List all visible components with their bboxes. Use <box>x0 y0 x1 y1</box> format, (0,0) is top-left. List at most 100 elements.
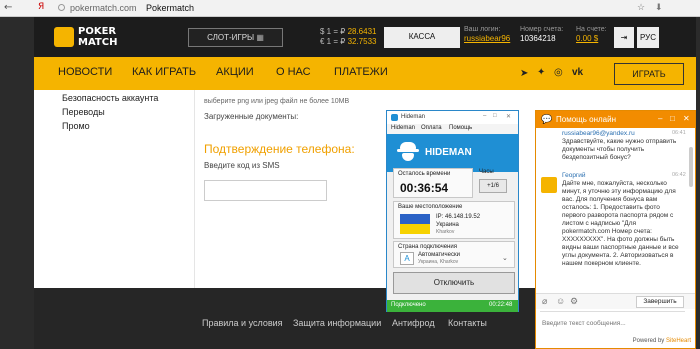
balance-info: На счете: 0.00 $ <box>576 25 607 43</box>
maximize-icon[interactable]: □ <box>493 113 497 119</box>
hideman-hat-icon <box>397 140 419 164</box>
settings-icon[interactable]: ⚙ <box>570 296 578 307</box>
user-message-time: 06:41 <box>672 130 686 136</box>
login-value[interactable]: russiabear96 <box>464 34 510 43</box>
ukraine-flag-icon <box>400 214 430 234</box>
balance-label: На счете: <box>576 26 607 33</box>
language-button[interactable]: РУС <box>637 27 659 48</box>
nav-about[interactable]: О НАС <box>276 66 311 78</box>
auto-label[interactable]: Автоматически <box>418 252 460 258</box>
chat-header[interactable]: 💬 Помощь онлайн – □ ✕ <box>536 111 695 128</box>
file-hint: выберите png или jpeg файл не более 10MB <box>204 98 350 105</box>
hideman-menu-help[interactable]: Помощь <box>449 125 472 131</box>
chat-message-input[interactable] <box>540 311 685 334</box>
footer-privacy-link[interactable]: Защита информации <box>293 318 381 328</box>
connect-country-panel: Страна подключения A Автоматически Украи… <box>393 241 515 268</box>
minimize-icon[interactable]: – <box>658 114 662 123</box>
login-label: Ваш логин: <box>464 26 501 33</box>
powered-by: Powered by SiteHeart <box>536 338 695 348</box>
back-arrow-icon[interactable]: ← <box>4 2 12 13</box>
sidebar-item-security[interactable]: Безопасность аккаунта <box>62 93 158 103</box>
agent-message-time: 06:42 <box>672 172 686 178</box>
balance-value[interactable]: 0.00 $ <box>576 34 607 43</box>
browser-toolbar: ← Я pokermatch.com Pokermatch ☆ ⬇ <box>0 0 700 17</box>
status-text: Подключено <box>391 302 426 308</box>
site-header: POKER MATCH СЛОТ-ИГРЫ ▦ $ 1 = ₽ 28.6431 … <box>34 17 696 57</box>
agent-avatar-icon <box>541 177 557 193</box>
logo[interactable]: POKER MATCH <box>78 26 117 48</box>
address-bar[interactable]: pokermatch.com <box>70 3 137 13</box>
status-time: 00:22:48 <box>489 302 513 308</box>
logout-icon[interactable]: ⇥ <box>614 27 634 48</box>
chat-scrollbar[interactable] <box>689 147 693 187</box>
nav-promotions[interactable]: АКЦИИ <box>216 66 254 78</box>
location-country: Украина <box>436 222 459 228</box>
play-button[interactable]: ИГРАТЬ <box>614 63 684 85</box>
location-panel: Ваше местоположение IP: 46.148.19.52 Укр… <box>393 201 515 239</box>
add-hours-button[interactable]: +1/6 <box>479 179 507 193</box>
chevron-down-icon[interactable]: ⌄ <box>502 254 508 262</box>
footer-rules-link[interactable]: Правила и условия <box>202 318 283 328</box>
page-title: Pokermatch <box>146 3 195 13</box>
chat-bubble-icon: 💬 <box>541 114 553 124</box>
sms-code-input[interactable] <box>204 180 327 201</box>
sms-label: Введите код из SMS <box>204 161 280 170</box>
hideman-banner: HIDEMAN <box>387 134 518 172</box>
divider <box>194 90 195 288</box>
disconnect-button[interactable]: Отключить <box>393 272 515 294</box>
hideman-brand: HIDEMAN <box>425 147 472 158</box>
hideman-menu-main[interactable]: Hideman <box>391 125 415 131</box>
user-message: Здравствуйте, какие нужно отправить доку… <box>562 138 677 161</box>
footer-contacts-link[interactable]: Контакты <box>448 318 487 328</box>
globe-icon <box>58 4 65 11</box>
yandex-icon[interactable]: Я <box>38 2 44 12</box>
maximize-icon[interactable]: □ <box>670 114 675 123</box>
user-email: russiabear96@yandex.ru <box>562 130 635 137</box>
vk-icon[interactable]: vk <box>572 67 583 78</box>
time-left-value: 00:36:54 <box>400 181 449 195</box>
chat-title: Помощь онлайн <box>556 115 616 124</box>
auto-a-icon: A <box>400 252 414 265</box>
connect-country-label: Страна подключения <box>398 244 457 250</box>
attach-icon[interactable]: ⌀ <box>542 296 547 307</box>
kassa-button[interactable]: КАССА <box>384 27 460 48</box>
sidebar-item-transfers[interactable]: Переводы <box>62 107 105 117</box>
eur-rate: 32.7533 <box>347 37 377 46</box>
close-icon[interactable]: ✕ <box>683 114 690 123</box>
time-left-panel: Осталось времени 00:36:54 <box>393 168 473 198</box>
download-icon[interactable]: ⬇ <box>655 2 663 13</box>
hideman-menu-payment[interactable]: Оплата <box>421 125 442 131</box>
hideman-app-icon <box>391 114 398 121</box>
exchange-rates: $ 1 = ₽ 28.6431 € 1 = ₽ 32.7533 <box>320 27 376 47</box>
slot-machine-icon: ▦ <box>256 33 264 42</box>
agent-name: Георгий <box>562 172 586 179</box>
hours-label: Часы <box>479 169 494 175</box>
siteheart-link[interactable]: SiteHeart <box>666 338 695 344</box>
sidebar-item-promo[interactable]: Промо <box>62 121 90 131</box>
hideman-titlebar: Hideman – □ ✕ <box>387 111 518 124</box>
uploaded-docs-label: Загруженные документы: <box>204 112 299 121</box>
nav-how-to-play[interactable]: КАК ИГРАТЬ <box>132 66 196 78</box>
nav-payments[interactable]: ПЛАТЕЖИ <box>334 66 388 78</box>
time-left-label: Осталось времени <box>398 171 451 177</box>
slots-button[interactable]: СЛОТ-ИГРЫ ▦ <box>188 28 283 47</box>
minimize-icon[interactable]: – <box>483 113 486 119</box>
logo-icon[interactable] <box>54 27 74 47</box>
telegram-icon[interactable]: ➤ <box>520 68 528 79</box>
instagram-icon[interactable]: ◎ <box>554 67 563 78</box>
end-chat-button[interactable]: Завершить <box>636 296 684 308</box>
account-info: Номер счета: 10364218 <box>520 25 563 43</box>
location-city: Kharkov <box>436 229 455 235</box>
ip-address: IP: 46.148.19.52 <box>436 214 481 220</box>
nav-news[interactable]: НОВОСТИ <box>58 66 112 78</box>
hideman-title: Hideman <box>401 114 426 120</box>
agent-message: Дайте мне, пожалуйста, несколько минут, … <box>562 180 679 267</box>
close-icon[interactable]: ✕ <box>506 113 511 120</box>
smile-icon[interactable]: ☺ <box>556 296 565 306</box>
account-label: Номер счета: <box>520 26 564 33</box>
twitter-icon[interactable]: ✦ <box>537 67 545 78</box>
connection-status-bar: Подключено 00:22:48 <box>387 300 518 312</box>
footer-antifraud-link[interactable]: Антифрод <box>392 318 435 328</box>
bookmark-icon[interactable]: ☆ <box>637 2 645 13</box>
hideman-window: Hideman – □ ✕ Hideman Оплата Помощь HIDE… <box>386 110 519 312</box>
